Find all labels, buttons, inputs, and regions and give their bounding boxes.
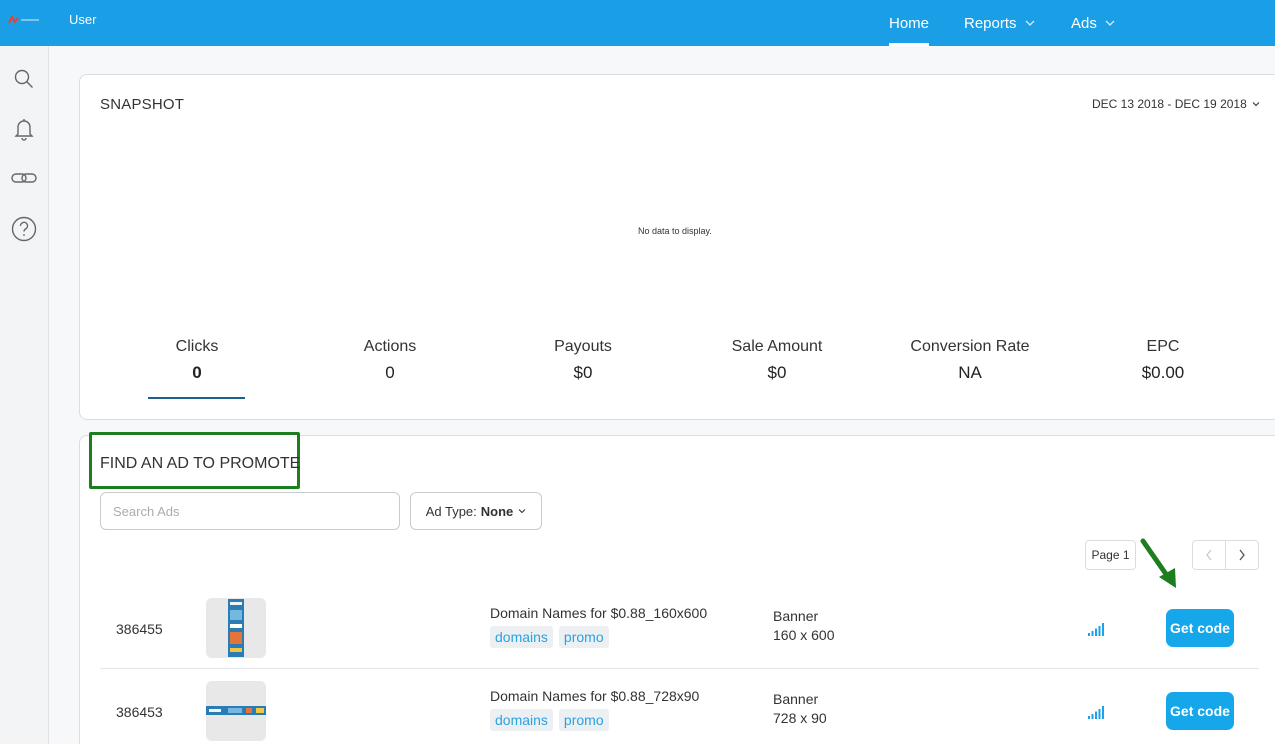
metric-value: $0.00 <box>1141 363 1185 382</box>
metric-label: Sale Amount <box>731 338 823 355</box>
metric-sale-amount[interactable]: Sale Amount $0 <box>707 338 847 383</box>
ad-id: 386453 <box>116 704 163 720</box>
page-indicator: Page 1 <box>1085 540 1136 570</box>
ad-type-info: Banner 728 x 90 <box>773 690 827 728</box>
chevron-down-icon <box>518 509 526 514</box>
get-code-button[interactable]: Get code <box>1166 609 1234 647</box>
ad-type: Banner <box>773 691 819 707</box>
chevron-right-icon <box>1239 549 1245 561</box>
top-navigation-bar: User Home Reports Ads <box>0 0 1275 46</box>
ad-type: Banner <box>773 608 819 624</box>
metric-label: Conversion Rate <box>910 338 1030 355</box>
search-ads-input[interactable] <box>100 492 400 530</box>
ad-name[interactable]: Domain Names for $0.88_160x600 <box>490 605 707 621</box>
next-page-button[interactable] <box>1226 541 1258 569</box>
metric-payouts[interactable]: Payouts $0 <box>513 338 653 383</box>
metric-label: Clicks <box>175 338 219 355</box>
search-icon[interactable] <box>11 66 37 92</box>
nav-reports[interactable]: Reports <box>964 0 1035 46</box>
ad-thumbnail[interactable] <box>206 681 266 741</box>
metric-label: Actions <box>363 338 417 355</box>
metric-value: $0 <box>767 363 787 382</box>
tag-domains[interactable]: domains <box>490 709 553 731</box>
pagination-controls <box>1192 540 1259 570</box>
ad-type-info: Banner 160 x 600 <box>773 607 835 645</box>
chevron-left-icon <box>1206 549 1212 561</box>
ad-type-label: Ad Type: <box>425 503 477 519</box>
ad-size: 728 x 90 <box>773 710 827 726</box>
date-range-label: DEC 13 2018 - DEC 19 2018 <box>1092 97 1247 111</box>
chevron-down-icon <box>1105 20 1115 26</box>
tag-domains[interactable]: domains <box>490 626 553 648</box>
signal-strength-icon <box>1088 706 1104 719</box>
ad-tags: domains promo <box>490 626 609 648</box>
ad-row: 386455 Domain Names for $0.88_160x600 do… <box>100 586 1259 669</box>
metric-value: 0 <box>385 363 395 382</box>
metric-conversion-rate[interactable]: Conversion Rate NA <box>900 338 1040 383</box>
chart-empty-message: No data to display. <box>638 226 712 236</box>
metric-actions[interactable]: Actions 0 <box>320 338 460 383</box>
nav-active-indicator <box>889 43 930 46</box>
logo-icon[interactable] <box>8 14 40 26</box>
metric-value: 0 <box>192 363 202 382</box>
link-icon[interactable] <box>11 165 37 191</box>
nav-reports-label: Reports <box>964 14 1017 32</box>
metric-label: EPC <box>1146 338 1180 355</box>
get-code-button[interactable]: Get code <box>1166 692 1234 730</box>
find-ad-title: FIND AN AD TO PROMOTE <box>100 455 301 472</box>
signal-strength-icon <box>1088 623 1104 636</box>
metric-epc[interactable]: EPC $0.00 <box>1093 338 1233 383</box>
user-label[interactable]: User <box>69 12 96 27</box>
date-range-selector[interactable]: DEC 13 2018 - DEC 19 2018 <box>1092 97 1260 111</box>
ad-name[interactable]: Domain Names for $0.88_728x90 <box>490 688 699 704</box>
snapshot-title: SNAPSHOT <box>100 96 185 113</box>
nav-ads[interactable]: Ads <box>1071 0 1115 46</box>
previous-page-button[interactable] <box>1193 541 1225 569</box>
left-sidebar <box>0 46 49 744</box>
tag-promo[interactable]: promo <box>558 709 609 731</box>
nav-home[interactable]: Home <box>889 0 930 46</box>
metric-value: NA <box>958 363 982 382</box>
metric-value: $0 <box>573 363 593 382</box>
nav-ads-label: Ads <box>1071 14 1097 32</box>
snapshot-card: SNAPSHOT DEC 13 2018 - DEC 19 2018 No da… <box>79 74 1275 420</box>
tag-promo[interactable]: promo <box>558 626 609 648</box>
active-metric-indicator <box>148 397 245 399</box>
ad-size: 160 x 600 <box>773 627 835 643</box>
ad-id: 386455 <box>116 621 163 637</box>
ad-thumbnail[interactable] <box>206 598 266 658</box>
ad-row: 386453 Domain Names for $0.88_728x90 dom… <box>100 669 1259 744</box>
ad-type-value: None <box>480 503 514 519</box>
metric-clicks[interactable]: Clicks 0 <box>127 338 267 383</box>
chevron-down-icon <box>1025 20 1034 26</box>
ad-type-dropdown[interactable]: Ad Type: None <box>410 492 542 530</box>
bell-icon[interactable] <box>11 116 37 142</box>
ad-tags: domains promo <box>490 709 609 731</box>
help-icon[interactable] <box>11 216 37 242</box>
metric-label: Payouts <box>554 338 612 355</box>
chevron-down-icon <box>1252 102 1260 107</box>
nav-home-label: Home <box>889 14 930 32</box>
